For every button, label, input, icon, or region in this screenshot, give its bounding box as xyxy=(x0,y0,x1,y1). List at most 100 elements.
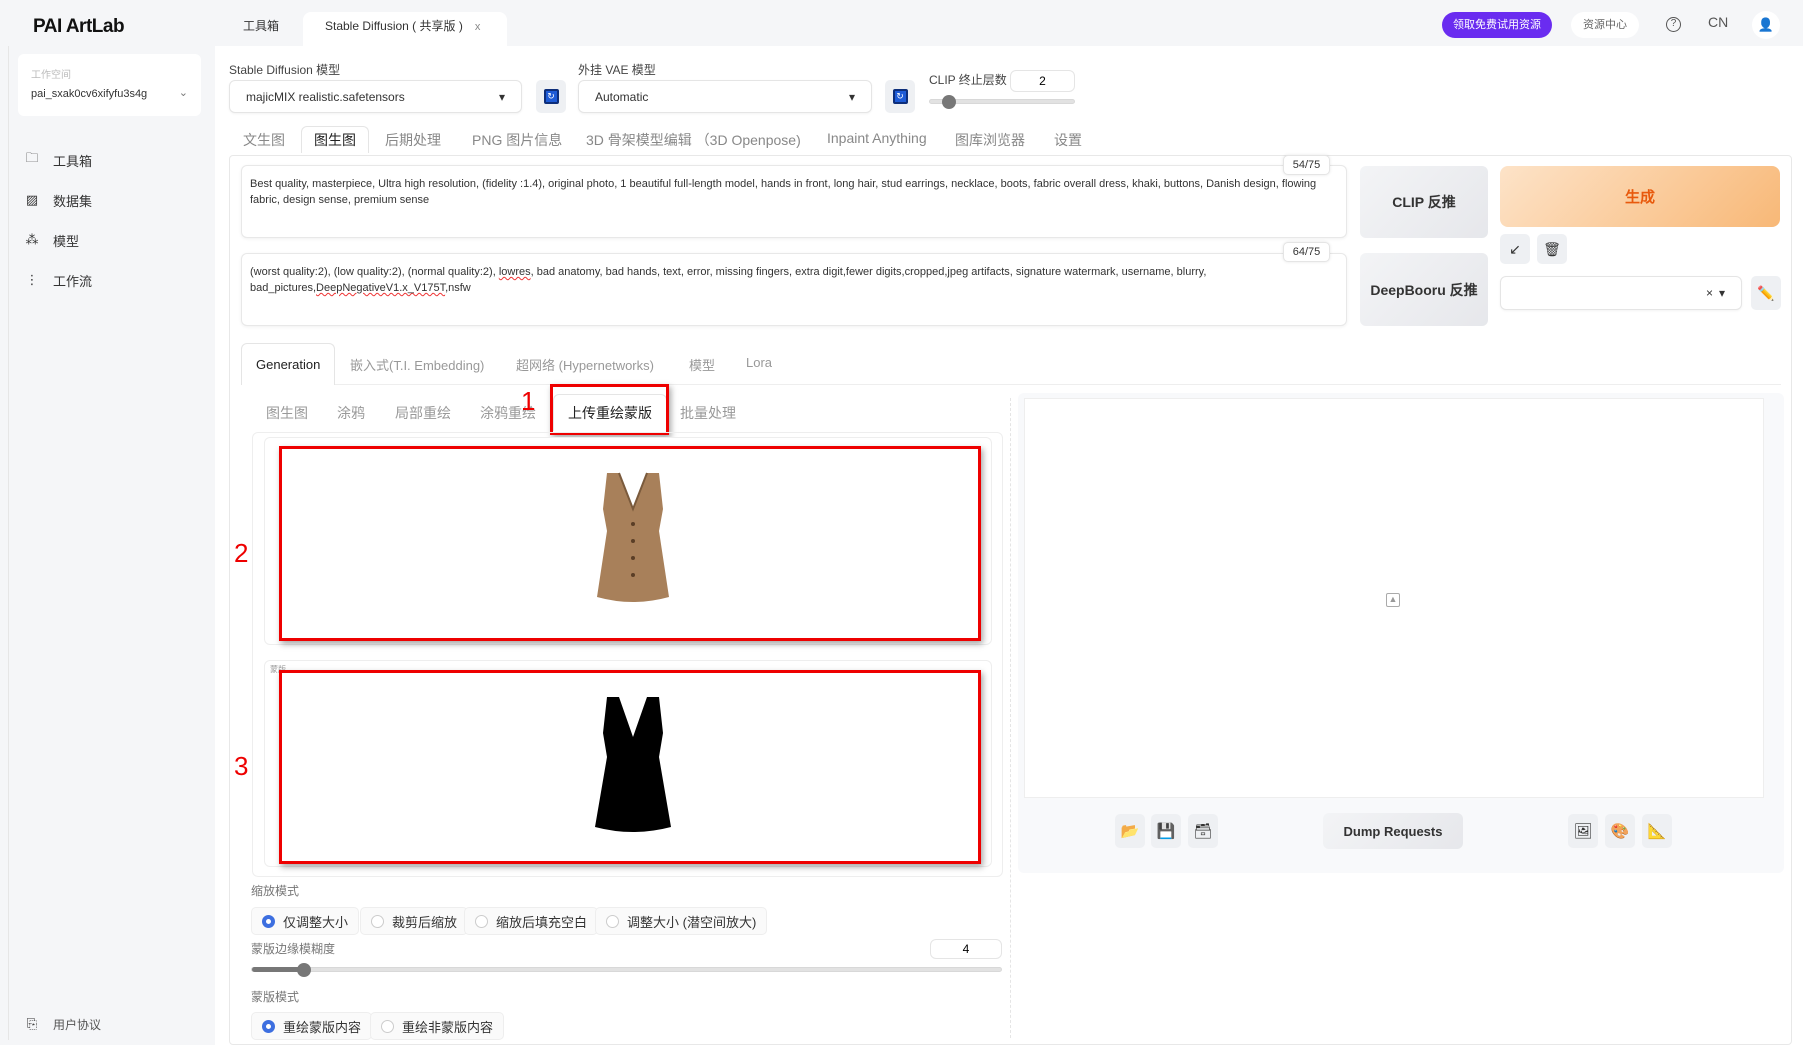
tab-generation[interactable]: Generation xyxy=(241,343,336,385)
vae-value: Automatic xyxy=(595,89,649,104)
free-trial-button[interactable]: 领取免费试用资源 xyxy=(1442,12,1552,38)
radio-label: 仅调整大小 xyxy=(283,914,349,930)
vae-select[interactable]: Automatic ▾ xyxy=(578,80,872,113)
annotation-box-2 xyxy=(279,446,981,641)
tab-extras[interactable]: 后期处理 xyxy=(385,130,441,150)
resize-option[interactable]: 调整大小 (潜空间放大) xyxy=(595,907,768,935)
subtab-inpaint[interactable]: 局部重绘 xyxy=(395,403,451,423)
slider-fill xyxy=(252,967,303,972)
slider-handle[interactable] xyxy=(941,95,956,109)
resize-option[interactable]: 仅调整大小 xyxy=(251,907,360,935)
radio[interactable] xyxy=(606,914,619,928)
clip-skip-input[interactable] xyxy=(1010,70,1075,92)
edit-style-button[interactable]: ✏️ xyxy=(1751,276,1781,310)
style-select[interactable]: × ▾ xyxy=(1500,276,1742,310)
neg-text: (worst quality:2), (low quality:2), (nor… xyxy=(250,266,499,278)
clip-skip-slider[interactable] xyxy=(929,95,1075,109)
zip-button[interactable]: 🗃 xyxy=(1188,814,1218,848)
generate-button[interactable]: 生成 xyxy=(1500,166,1780,227)
annotation-number: 1 xyxy=(521,386,536,416)
radio[interactable] xyxy=(381,1019,394,1033)
send-to-inpaint-button[interactable]: 🎨 xyxy=(1605,814,1635,848)
radio-label: 重绘非蒙版内容 xyxy=(402,1019,494,1035)
sidebar-item-workflow[interactable]: ⋮ 工作流 xyxy=(25,269,93,291)
triangle-ruler-icon: 📐 xyxy=(1647,823,1667,840)
tab-embedding[interactable]: 嵌入式(T.I. Embedding) xyxy=(350,355,484,374)
sd-model-label: Stable Diffusion 模型 xyxy=(229,63,341,77)
agreement-icon: ⎘ xyxy=(26,1016,38,1031)
tab-toolbox[interactable]: 工具箱 xyxy=(243,12,279,46)
send-to-img2img-button[interactable]: 🖼 xyxy=(1568,814,1598,848)
sd-model-select[interactable]: majicMIX realistic.safetensors ▾ xyxy=(229,80,522,113)
language-button[interactable]: CN xyxy=(1708,14,1728,30)
trash-icon: 🗑 xyxy=(1543,240,1561,257)
resource-center-button[interactable]: 资源中心 xyxy=(1571,12,1639,38)
send-to-extras-button[interactable]: 📐 xyxy=(1642,814,1672,848)
caret-down-icon: ▾ xyxy=(848,89,855,104)
sidebar-item-toolbox[interactable]: 🗀 工具箱 xyxy=(25,149,92,171)
prompt-textarea[interactable]: Best quality, masterpiece, Ultra high re… xyxy=(241,165,1347,238)
radio[interactable] xyxy=(475,914,488,928)
resize-option[interactable]: 裁剪后缩放 xyxy=(360,907,469,935)
close-icon[interactable]: x xyxy=(475,21,481,33)
prompt-token-counter: 54/75 xyxy=(1283,155,1330,175)
chevron-down-icon: ⌄ xyxy=(178,87,188,99)
mask-mode-option[interactable]: 重绘蒙版内容 xyxy=(251,1012,373,1040)
nav-label: 模型 xyxy=(53,233,80,249)
trash-button[interactable]: 🗑 xyxy=(1537,234,1567,264)
workspace-selector[interactable]: 工作空间 pai_sxak0cv6xifyfu3s4g ⌄ xyxy=(18,54,201,116)
mask-mode-label: 蒙版模式 xyxy=(251,990,300,1004)
tab-inpaint-anything[interactable]: Inpaint Anything xyxy=(827,130,927,146)
resize-option[interactable]: 缩放后填充空白 xyxy=(464,907,599,935)
negative-token-counter: 64/75 xyxy=(1283,242,1330,262)
caret-down-icon: ▾ xyxy=(1718,286,1725,300)
mask-mode-option[interactable]: 重绘非蒙版内容 xyxy=(370,1012,505,1040)
help-icon[interactable]: ? xyxy=(1666,17,1681,32)
save-button[interactable]: 💾 xyxy=(1151,814,1181,848)
user-agreement-link[interactable]: ⎘ 用户协议 xyxy=(25,1013,101,1035)
mask-blur-slider[interactable] xyxy=(251,963,1002,977)
save-icon: 💾 xyxy=(1156,823,1176,840)
deepbooru-button[interactable]: DeepBooru 反推 xyxy=(1360,253,1488,326)
tab-label: Stable Diffusion ( 共享版 ) xyxy=(325,19,463,33)
radio-label: 缩放后填充空白 xyxy=(496,914,588,930)
tab-settings[interactable]: 设置 xyxy=(1054,130,1082,150)
tab-gallery[interactable]: 图库浏览器 xyxy=(955,130,1025,150)
dump-requests-button[interactable]: Dump Requests xyxy=(1323,813,1463,849)
user-avatar-icon[interactable]: 👤 xyxy=(1752,11,1780,39)
tab-openpose[interactable]: 3D 骨架模型编辑 （3D Openpose) xyxy=(586,130,801,150)
workspace-label: 工作空间 xyxy=(31,70,71,81)
tab-txt2img[interactable]: 文生图 xyxy=(243,130,285,150)
tab-model[interactable]: 模型 xyxy=(689,355,715,374)
radio-selected[interactable] xyxy=(262,1019,275,1033)
model-icon: ⁂ xyxy=(25,232,39,247)
radio[interactable] xyxy=(371,914,384,928)
tab-lora[interactable]: Lora xyxy=(746,355,772,370)
mask-image xyxy=(595,697,671,832)
tab-hypernetworks[interactable]: 超网络 (Hypernetworks) xyxy=(516,355,654,374)
radio-selected[interactable] xyxy=(262,914,275,928)
annotation-box-3 xyxy=(279,670,981,864)
sidebar-item-dataset[interactable]: ▨ 数据集 xyxy=(25,189,92,211)
annotation-number: 2 xyxy=(234,538,249,568)
refresh-vae-button[interactable]: ↻ xyxy=(885,80,915,113)
open-folder-button[interactable]: 📂 xyxy=(1115,814,1145,848)
negative-prompt-textarea[interactable]: (worst quality:2), (low quality:2), (nor… xyxy=(241,253,1347,326)
slider-handle[interactable] xyxy=(297,963,312,977)
tab-png-info[interactable]: PNG 图片信息 xyxy=(472,130,562,150)
subtab-sketch[interactable]: 涂鸦 xyxy=(337,403,365,423)
subtab-batch[interactable]: 批量处理 xyxy=(680,403,736,423)
subtab-img2img[interactable]: 图生图 xyxy=(266,403,308,423)
neg-text: lowres xyxy=(498,266,531,278)
sidebar-item-model[interactable]: ⁂ 模型 xyxy=(25,229,80,251)
paste-arrow-button[interactable]: ↙ xyxy=(1500,234,1530,264)
toolbox-icon: 🗀 xyxy=(25,150,39,165)
generation-tabs: Generation 嵌入式(T.I. Embedding) 超网络 (Hype… xyxy=(241,343,1781,385)
clear-icon[interactable]: × xyxy=(1706,286,1713,300)
refresh-sd-model-button[interactable]: ↻ xyxy=(536,80,566,113)
vae-label: 外挂 VAE 模型 xyxy=(578,63,656,77)
tab-img2img[interactable]: 图生图 xyxy=(301,126,369,153)
clip-interrogate-button[interactable]: CLIP 反推 xyxy=(1360,166,1488,238)
tab-stable-diffusion[interactable]: Stable Diffusion ( 共享版 ) x xyxy=(303,12,507,46)
mask-blur-input[interactable] xyxy=(930,939,1002,959)
